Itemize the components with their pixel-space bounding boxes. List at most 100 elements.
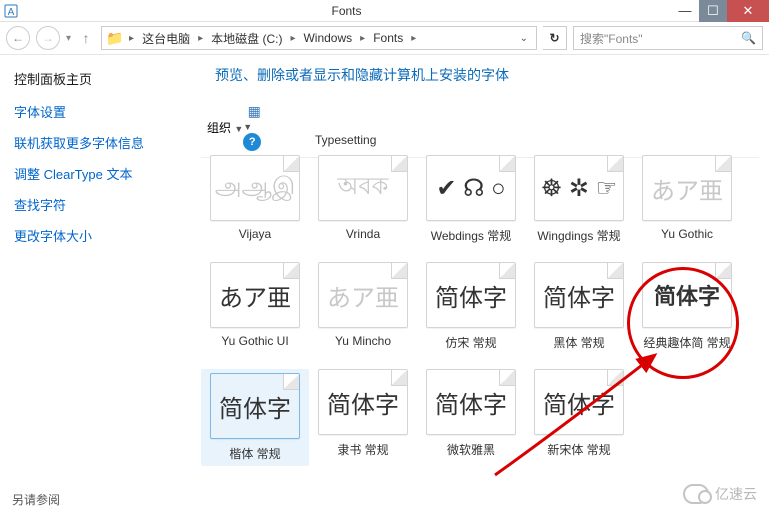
font-sample: 简体字 [543,278,615,313]
sidebar-footer: 另请参阅 [12,491,60,508]
breadcrumb-item[interactable]: 这台电脑 [139,30,193,47]
font-item[interactable]: 简体字仿宋 常规 [417,262,525,351]
font-sample: あア亜 [219,278,291,313]
minimize-button[interactable]: — [671,0,699,22]
breadcrumb-sep: ▸ [128,33,135,44]
address-dropdown-icon[interactable]: ⌄ [516,33,532,44]
window-title: Fonts [22,4,671,18]
watermark-text: 亿速云 [715,484,757,504]
font-sample: ☸ ✲ ☞ [541,174,617,203]
font-item[interactable]: あア亜 Yu Gothic [633,155,741,244]
watermark-icon [683,484,709,504]
breadcrumb-sep: ▸ [289,33,296,44]
font-label: 楷体 常规 [229,445,280,462]
font-thumbnail: ☸ ✲ ☞ [534,155,624,221]
font-label: 仿宋 常规 [445,334,496,351]
main-area: 控制面板主页 字体设置 联机获取更多字体信息 调整 ClearType 文本 查… [0,55,769,514]
font-item[interactable]: அஆஇ Vijaya [201,155,309,244]
font-label: 新宋体 常规 [547,441,610,458]
sidebar-link-cleartype[interactable]: 调整 ClearType 文本 [12,158,183,189]
font-label: 黑体 常规 [553,334,604,351]
maximize-button[interactable]: ☐ [699,0,727,22]
sidebar-link-font-settings[interactable]: 字体设置 [12,96,183,127]
navbar: ← → ▾ ↑ 📁 ▸ 这台电脑 ▸ 本地磁盘 (C:) ▸ Windows ▸… [0,22,769,55]
watermark: 亿速云 [683,484,757,504]
search-placeholder: 搜索"Fonts" [580,30,643,47]
chevron-down-icon[interactable]: ▼ [243,122,252,132]
font-item[interactable]: অবক Vrinda [309,155,417,244]
font-sample: 简体字 [654,279,720,311]
file-area: 预览、删除或者显示和隐藏计算机上安装的字体 组织 ▼ ▦ ▼ ? Typeset… [195,55,769,514]
font-sample: 简体字 [219,389,291,424]
font-sample: অবক [338,168,389,208]
sidebar-link-font-size[interactable]: 更改字体大小 [12,220,183,251]
font-thumbnail: அஆஇ [210,155,300,221]
window-controls: — ☐ ✕ [671,0,769,22]
titlebar: A Fonts — ☐ ✕ [0,0,769,22]
font-thumbnail: 简体字 [534,369,624,435]
font-thumbnail: あア亜 [318,262,408,328]
search-box[interactable]: 搜索"Fonts" 🔍 [573,26,763,50]
toolbar-right: ▦ ▼ ? [243,103,265,151]
font-label: Vijaya [239,227,271,241]
font-label: Yu Mincho [335,334,391,348]
font-grid: அஆஇ Vijaya অবক Vrinda ✔ ☊ ○ Webdings 常规 ☸ ✲ ☞ W… [195,155,769,466]
forward-button[interactable]: → [36,26,60,50]
font-label: 隶书 常规 [337,441,388,458]
font-thumbnail: 简体字 [642,262,732,328]
font-thumbnail: あア亜 [642,155,732,221]
address-bar[interactable]: 📁 ▸ 这台电脑 ▸ 本地磁盘 (C:) ▸ Windows ▸ Fonts ▸… [101,26,537,50]
font-item[interactable]: あア亜 Yu Gothic UI [201,262,309,351]
font-sample: あア亜 [327,278,399,313]
font-label: Yu Gothic [661,227,713,241]
font-thumbnail: 简体字 [426,369,516,435]
font-item[interactable]: 简体字经典趣体简 常规 [633,262,741,351]
sidebar-link-find-char[interactable]: 查找字符 [12,189,183,220]
truncated-font-label: Typesetting [315,133,376,147]
up-button[interactable]: ↑ [77,30,95,46]
breadcrumb-sep: ▸ [410,33,417,44]
close-button[interactable]: ✕ [727,0,769,22]
font-sample: ✔ ☊ ○ [436,174,505,203]
back-button[interactable]: ← [6,26,30,50]
font-item[interactable]: 简体字微软雅黑 [417,369,525,466]
breadcrumb-sep: ▸ [197,33,204,44]
font-thumbnail: অবক [318,155,408,221]
refresh-button[interactable]: ↻ [543,26,567,50]
font-item[interactable]: 简体字隶书 常规 [309,369,417,466]
font-thumbnail: 简体字 [210,373,300,439]
font-sample: அஆஇ [215,173,295,203]
breadcrumb-item[interactable]: Fonts [370,31,406,45]
font-item[interactable]: 简体字楷体 常规 [201,369,309,466]
view-icon[interactable]: ▦ [243,103,265,119]
font-item[interactable]: ✔ ☊ ○ Webdings 常规 [417,155,525,244]
font-item[interactable]: ☸ ✲ ☞ Wingdings 常规 [525,155,633,244]
font-sample: 简体字 [327,385,399,420]
font-thumbnail: あア亜 [210,262,300,328]
font-label: Vrinda [346,227,380,241]
chevron-down-icon: ▼ [234,124,243,134]
help-icon[interactable]: ? [243,133,261,151]
font-thumbnail: 简体字 [426,262,516,328]
font-item[interactable]: 简体字新宋体 常规 [525,369,633,466]
organize-button[interactable]: 组织 ▼ [207,119,243,136]
breadcrumb-sep: ▸ [359,33,366,44]
font-label: Yu Gothic UI [221,334,288,348]
font-label: 微软雅黑 [447,441,495,458]
search-icon: 🔍 [741,31,756,45]
sidebar-header: 控制面板主页 [12,65,183,96]
font-item[interactable]: 简体字黑体 常规 [525,262,633,351]
page-description: 预览、删除或者显示和隐藏计算机上安装的字体 [201,65,759,85]
font-thumbnail: 简体字 [534,262,624,328]
font-thumbnail: ✔ ☊ ○ [426,155,516,221]
font-sample: あア亜 [651,171,723,206]
sidebar-link-more-fonts[interactable]: 联机获取更多字体信息 [12,127,183,158]
breadcrumb-item[interactable]: Windows [300,31,355,45]
font-label: Webdings 常规 [431,227,511,244]
font-sample: 简体字 [435,385,507,420]
folder-icon: 📁 [106,29,124,47]
sidebar: 控制面板主页 字体设置 联机获取更多字体信息 调整 ClearType 文本 查… [0,55,195,514]
font-label: Wingdings 常规 [537,227,620,244]
font-item[interactable]: あア亜 Yu Mincho [309,262,417,351]
breadcrumb-item[interactable]: 本地磁盘 (C:) [208,30,285,47]
